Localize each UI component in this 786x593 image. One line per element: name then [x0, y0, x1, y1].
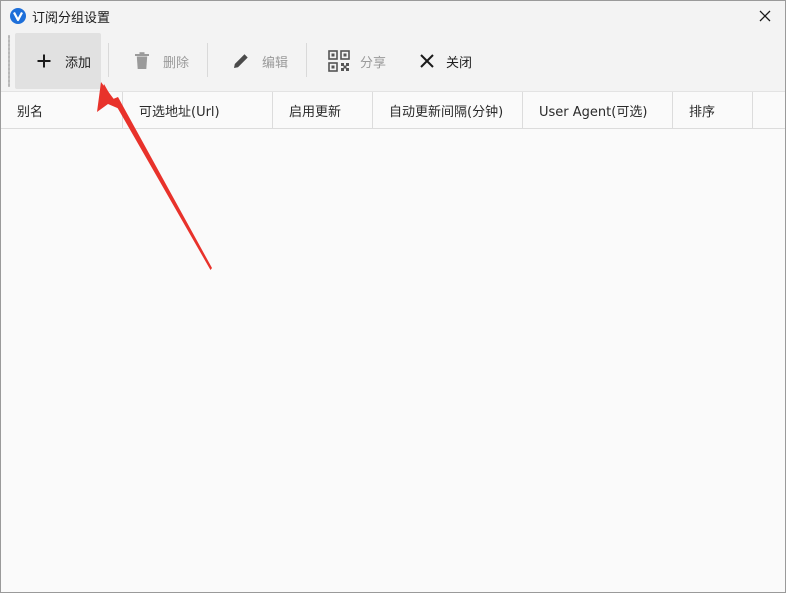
window-title: 订阅分组设置 [32, 11, 111, 26]
add-button[interactable]: 添加 [15, 33, 101, 89]
column-header-url[interactable]: 可选地址(Url) [123, 92, 273, 129]
subscription-group-settings-window: 订阅分组设置 添加 删除 编辑 分享 关闭 别名 可选地址(Url) 启用更新 … [0, 0, 786, 593]
share-button-label: 分享 [360, 55, 387, 71]
qr-code-icon [328, 50, 350, 72]
trash-icon [131, 50, 153, 72]
edit-button-label: 编辑 [262, 55, 289, 71]
plus-icon [33, 50, 55, 72]
toolbar-grip[interactable] [8, 35, 10, 87]
toolbar-separator [207, 43, 208, 77]
window-close-button[interactable] [745, 1, 785, 31]
table-header: 别名 可选地址(Url) 启用更新 自动更新间隔(分钟) User Agent(… [1, 91, 785, 129]
column-header-alias[interactable]: 别名 [1, 92, 123, 129]
column-header-sort[interactable]: 排序 [673, 92, 753, 129]
column-header-user-agent[interactable]: User Agent(可选) [523, 92, 673, 129]
edit-button[interactable]: 编辑 [230, 33, 288, 89]
toolbar-separator [108, 43, 109, 77]
pencil-icon [230, 50, 252, 72]
close-button-label: 关闭 [446, 55, 473, 71]
column-header-auto-update-interval[interactable]: 自动更新间隔(分钟) [373, 92, 523, 129]
column-header-enable-update[interactable]: 启用更新 [273, 92, 373, 129]
share-button[interactable]: 分享 [328, 33, 386, 89]
close-button[interactable]: 关闭 [416, 33, 472, 89]
add-button-label: 添加 [65, 55, 92, 71]
delete-button[interactable]: 删除 [131, 33, 189, 89]
close-icon [759, 10, 771, 22]
subscription-table-body[interactable] [1, 129, 785, 592]
toolbar: 添加 删除 编辑 分享 关闭 [1, 31, 785, 91]
close-icon [416, 50, 438, 72]
app-v-logo-icon [10, 8, 26, 24]
title-bar: 订阅分组设置 [1, 1, 785, 31]
delete-button-label: 删除 [163, 55, 190, 71]
toolbar-separator [306, 43, 307, 77]
